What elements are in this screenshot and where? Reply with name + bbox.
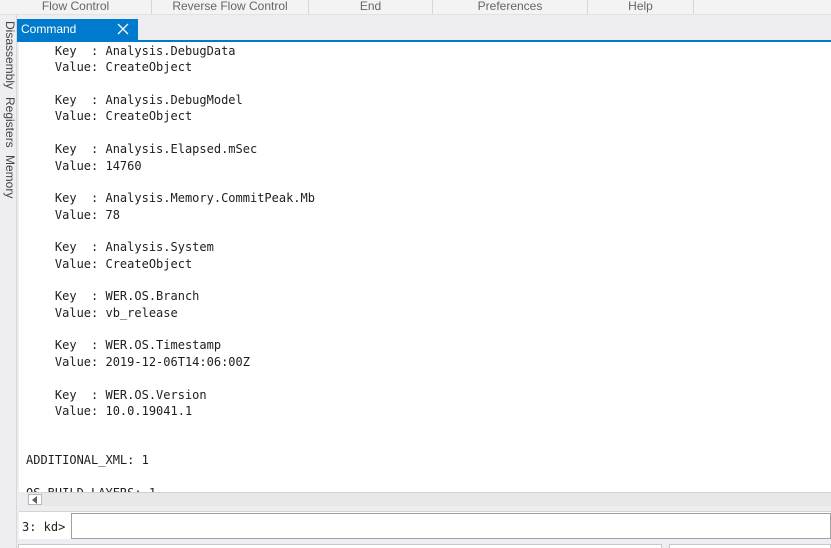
ribbon-flow-control-label: Flow Control	[41, 0, 110, 13]
output-line: Key : Analysis.System	[26, 240, 214, 255]
output-line: Value: CreateObject	[26, 256, 193, 271]
command-output-text: Key : Analysis.DebugData Value: CreateOb…	[26, 43, 315, 492]
command-output-pane[interactable]: Key : Analysis.DebugData Value: CreateOb…	[19, 42, 831, 492]
output-line: Value: 10.0.19041.1	[26, 403, 193, 418]
ribbon-preferences-group[interactable]: Preferences	[433, 0, 588, 14]
ribbon-end-label: End	[359, 0, 382, 13]
command-prompt: 3: kd>	[22, 520, 66, 534]
scroll-left-button[interactable]	[28, 494, 42, 505]
ribbon-flow-control-group[interactable]: Flow Control	[0, 0, 152, 14]
output-line: Key : Analysis.DebugModel	[26, 93, 243, 108]
output-line: Value: CreateObject	[26, 109, 193, 124]
output-line: Key : Analysis.Memory.CommitPeak.Mb	[26, 191, 315, 206]
tab-command-label: Command	[21, 22, 77, 36]
output-line: Key : WER.OS.Version	[26, 387, 207, 402]
ribbon-help-group[interactable]: Help	[588, 0, 694, 14]
output-line: Key : WER.OS.Timestamp	[26, 338, 222, 353]
side-tab-memory[interactable]: Memory	[0, 155, 17, 198]
side-tab-disassembly[interactable]: Disassembly	[0, 21, 17, 89]
output-line: Value: CreateObject	[26, 60, 193, 75]
bottom-field-left[interactable]	[18, 544, 662, 548]
ribbon-toolbar: Flow Control Reverse Flow Control End Pr…	[0, 0, 831, 15]
output-line: Key : Analysis.Elapsed.mSec	[26, 142, 258, 157]
output-line: Value: vb_release	[26, 305, 178, 320]
output-line: Value: 78	[26, 207, 120, 222]
output-line: OS_BUILD_LAYERS: 1	[26, 485, 315, 492]
command-input[interactable]	[71, 513, 831, 539]
ribbon-reverse-flow-control-group[interactable]: Reverse Flow Control	[152, 0, 309, 14]
bottom-field-right[interactable]	[669, 544, 831, 548]
ribbon-preferences-label: Preferences	[477, 0, 543, 13]
output-line: Key : WER.OS.Branch	[26, 289, 200, 304]
output-line: Key : Analysis.DebugData	[26, 44, 236, 58]
ribbon-help-label: Help	[628, 0, 653, 13]
output-line: Value: 2019-12-06T14:06:00Z	[26, 354, 250, 369]
horizontal-scrollbar[interactable]	[27, 492, 831, 506]
side-tab-strip: Disassembly Registers Memory	[0, 15, 17, 548]
side-tab-registers[interactable]: Registers	[0, 97, 17, 148]
tab-command[interactable]: Command	[17, 19, 138, 40]
output-line: ADDITIONAL_XML: 1	[26, 452, 149, 467]
command-input-row: 3: kd>	[19, 511, 831, 539]
ribbon-reverse-flow-control-label: Reverse Flow Control	[172, 0, 288, 13]
close-icon[interactable]	[117, 23, 129, 35]
output-line: Value: 14760	[26, 158, 142, 173]
left-arrow-icon	[32, 496, 37, 504]
ribbon-end-group[interactable]: End	[309, 0, 433, 14]
